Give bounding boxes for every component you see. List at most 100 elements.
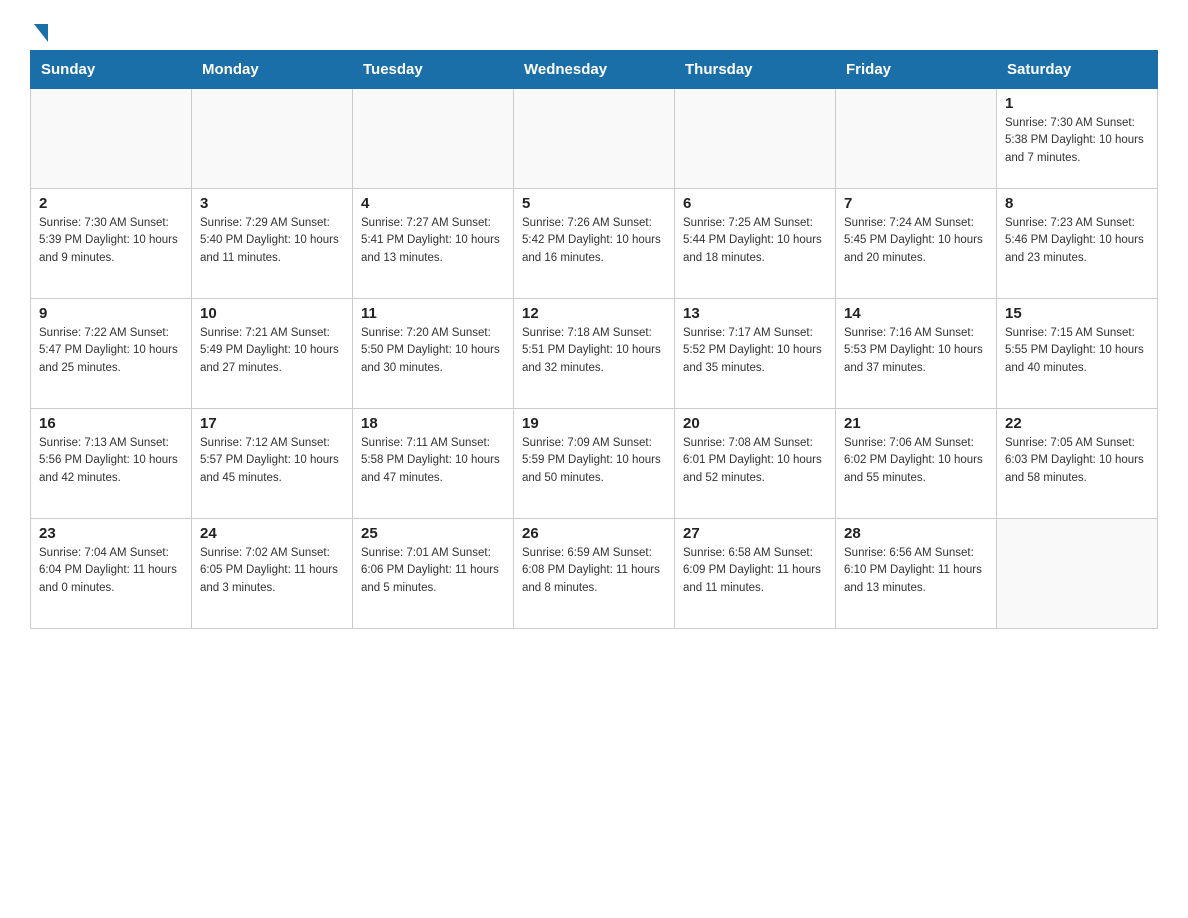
day-number: 12 bbox=[522, 305, 666, 322]
day-info: Sunrise: 7:21 AM Sunset: 5:49 PM Dayligh… bbox=[200, 325, 344, 377]
weekday-header-saturday: Saturday bbox=[997, 51, 1158, 89]
day-number: 23 bbox=[39, 525, 183, 542]
day-number: 19 bbox=[522, 415, 666, 432]
weekday-header-thursday: Thursday bbox=[675, 51, 836, 89]
day-info: Sunrise: 7:24 AM Sunset: 5:45 PM Dayligh… bbox=[844, 215, 988, 267]
day-number: 13 bbox=[683, 305, 827, 322]
calendar-cell: 8 Sunrise: 7:23 AM Sunset: 5:46 PM Daylig… bbox=[997, 189, 1158, 299]
calendar-cell: 20 Sunrise: 7:08 AM Sunset: 6:01 PM Dayli… bbox=[675, 409, 836, 519]
day-number: 22 bbox=[1005, 415, 1149, 432]
calendar-week-3: 9 Sunrise: 7:22 AM Sunset: 5:47 PM Daylig… bbox=[31, 299, 1158, 409]
day-info: Sunrise: 7:30 AM Sunset: 5:38 PM Dayligh… bbox=[1005, 115, 1149, 167]
calendar-cell: 18Sunrise: 7:11 AM Sunset: 5:58 PM Dayli… bbox=[353, 409, 514, 519]
day-number: 15 bbox=[1005, 305, 1149, 322]
calendar-cell: 17 Sunrise: 7:12 AM Sunset: 5:57 PM Dayli… bbox=[192, 409, 353, 519]
day-number: 24 bbox=[200, 525, 344, 542]
calendar-cell bbox=[675, 89, 836, 189]
calendar-cell bbox=[31, 89, 192, 189]
day-info: Sunrise: 7:25 AM Sunset: 5:44 PM Dayligh… bbox=[683, 215, 827, 267]
day-number: 7 bbox=[844, 195, 988, 212]
weekday-header-tuesday: Tuesday bbox=[353, 51, 514, 89]
calendar-cell: 11Sunrise: 7:20 AM Sunset: 5:50 PM Dayli… bbox=[353, 299, 514, 409]
day-number: 27 bbox=[683, 525, 827, 542]
page-header bbox=[30, 20, 1158, 40]
day-number: 4 bbox=[361, 195, 505, 212]
day-info: Sunrise: 6:59 AM Sunset: 6:08 PM Dayligh… bbox=[522, 545, 666, 597]
day-number: 3 bbox=[200, 195, 344, 212]
calendar-cell bbox=[353, 89, 514, 189]
calendar-cell bbox=[514, 89, 675, 189]
day-number: 17 bbox=[200, 415, 344, 432]
day-number: 5 bbox=[522, 195, 666, 212]
calendar-cell: 25 Sunrise: 7:01 AM Sunset: 6:06 PM Dayli… bbox=[353, 519, 514, 629]
calendar-cell: 22 Sunrise: 7:05 AM Sunset: 6:03 PM Dayli… bbox=[997, 409, 1158, 519]
calendar-table: SundayMondayTuesdayWednesdayThursdayFrid… bbox=[30, 50, 1158, 629]
calendar-cell: 13 Sunrise: 7:17 AM Sunset: 5:52 PM Dayli… bbox=[675, 299, 836, 409]
calendar-cell: 9 Sunrise: 7:22 AM Sunset: 5:47 PM Daylig… bbox=[31, 299, 192, 409]
day-info: Sunrise: 7:22 AM Sunset: 5:47 PM Dayligh… bbox=[39, 325, 183, 377]
calendar-cell: 28 Sunrise: 6:56 AM Sunset: 6:10 PM Dayli… bbox=[836, 519, 997, 629]
calendar-cell: 27Sunrise: 6:58 AM Sunset: 6:09 PM Dayli… bbox=[675, 519, 836, 629]
calendar-cell: 7 Sunrise: 7:24 AM Sunset: 5:45 PM Daylig… bbox=[836, 189, 997, 299]
calendar-week-1: 1 Sunrise: 7:30 AM Sunset: 5:38 PM Daylig… bbox=[31, 89, 1158, 189]
calendar-cell: 10 Sunrise: 7:21 AM Sunset: 5:49 PM Dayli… bbox=[192, 299, 353, 409]
day-number: 1 bbox=[1005, 95, 1149, 112]
day-info: Sunrise: 7:23 AM Sunset: 5:46 PM Dayligh… bbox=[1005, 215, 1149, 267]
calendar-cell bbox=[192, 89, 353, 189]
calendar-cell: 15 Sunrise: 7:15 AM Sunset: 5:55 PM Dayli… bbox=[997, 299, 1158, 409]
calendar-cell: 16 Sunrise: 7:13 AM Sunset: 5:56 PM Dayli… bbox=[31, 409, 192, 519]
calendar-cell: 26Sunrise: 6:59 AM Sunset: 6:08 PM Dayli… bbox=[514, 519, 675, 629]
calendar-cell: 6 Sunrise: 7:25 AM Sunset: 5:44 PM Daylig… bbox=[675, 189, 836, 299]
calendar-cell: 1 Sunrise: 7:30 AM Sunset: 5:38 PM Daylig… bbox=[997, 89, 1158, 189]
calendar-cell: 24 Sunrise: 7:02 AM Sunset: 6:05 PM Dayli… bbox=[192, 519, 353, 629]
day-info: Sunrise: 7:17 AM Sunset: 5:52 PM Dayligh… bbox=[683, 325, 827, 377]
calendar-cell: 14 Sunrise: 7:16 AM Sunset: 5:53 PM Dayli… bbox=[836, 299, 997, 409]
day-number: 14 bbox=[844, 305, 988, 322]
day-number: 28 bbox=[844, 525, 988, 542]
day-info: Sunrise: 7:27 AM Sunset: 5:41 PM Dayligh… bbox=[361, 215, 505, 267]
calendar-week-5: 23 Sunrise: 7:04 AM Sunset: 6:04 PM Dayli… bbox=[31, 519, 1158, 629]
day-info: Sunrise: 7:11 AM Sunset: 5:58 PM Dayligh… bbox=[361, 435, 505, 487]
calendar-week-4: 16 Sunrise: 7:13 AM Sunset: 5:56 PM Dayli… bbox=[31, 409, 1158, 519]
calendar-header-row: SundayMondayTuesdayWednesdayThursdayFrid… bbox=[31, 51, 1158, 89]
calendar-cell: 21Sunrise: 7:06 AM Sunset: 6:02 PM Dayli… bbox=[836, 409, 997, 519]
calendar-cell: 5 Sunrise: 7:26 AM Sunset: 5:42 PM Daylig… bbox=[514, 189, 675, 299]
day-info: Sunrise: 7:30 AM Sunset: 5:39 PM Dayligh… bbox=[39, 215, 183, 267]
day-number: 21 bbox=[844, 415, 988, 432]
day-info: Sunrise: 7:02 AM Sunset: 6:05 PM Dayligh… bbox=[200, 545, 344, 597]
day-info: Sunrise: 7:08 AM Sunset: 6:01 PM Dayligh… bbox=[683, 435, 827, 487]
day-info: Sunrise: 7:04 AM Sunset: 6:04 PM Dayligh… bbox=[39, 545, 183, 597]
day-info: Sunrise: 7:18 AM Sunset: 5:51 PM Dayligh… bbox=[522, 325, 666, 377]
calendar-cell: 2 Sunrise: 7:30 AM Sunset: 5:39 PM Daylig… bbox=[31, 189, 192, 299]
calendar-cell: 19 Sunrise: 7:09 AM Sunset: 5:59 PM Dayli… bbox=[514, 409, 675, 519]
logo bbox=[30, 20, 48, 40]
calendar-cell: 23 Sunrise: 7:04 AM Sunset: 6:04 PM Dayli… bbox=[31, 519, 192, 629]
day-info: Sunrise: 7:05 AM Sunset: 6:03 PM Dayligh… bbox=[1005, 435, 1149, 487]
day-info: Sunrise: 7:09 AM Sunset: 5:59 PM Dayligh… bbox=[522, 435, 666, 487]
day-info: Sunrise: 7:01 AM Sunset: 6:06 PM Dayligh… bbox=[361, 545, 505, 597]
day-info: Sunrise: 7:16 AM Sunset: 5:53 PM Dayligh… bbox=[844, 325, 988, 377]
day-number: 16 bbox=[39, 415, 183, 432]
day-info: Sunrise: 7:29 AM Sunset: 5:40 PM Dayligh… bbox=[200, 215, 344, 267]
day-info: Sunrise: 6:56 AM Sunset: 6:10 PM Dayligh… bbox=[844, 545, 988, 597]
day-info: Sunrise: 7:26 AM Sunset: 5:42 PM Dayligh… bbox=[522, 215, 666, 267]
day-number: 9 bbox=[39, 305, 183, 322]
day-number: 20 bbox=[683, 415, 827, 432]
calendar-cell bbox=[836, 89, 997, 189]
day-number: 8 bbox=[1005, 195, 1149, 212]
day-number: 2 bbox=[39, 195, 183, 212]
calendar-cell: 3 Sunrise: 7:29 AM Sunset: 5:40 PM Daylig… bbox=[192, 189, 353, 299]
weekday-header-sunday: Sunday bbox=[31, 51, 192, 89]
day-info: Sunrise: 7:13 AM Sunset: 5:56 PM Dayligh… bbox=[39, 435, 183, 487]
weekday-header-friday: Friday bbox=[836, 51, 997, 89]
calendar-week-2: 2 Sunrise: 7:30 AM Sunset: 5:39 PM Daylig… bbox=[31, 189, 1158, 299]
day-number: 6 bbox=[683, 195, 827, 212]
weekday-header-monday: Monday bbox=[192, 51, 353, 89]
day-info: Sunrise: 7:20 AM Sunset: 5:50 PM Dayligh… bbox=[361, 325, 505, 377]
day-info: Sunrise: 7:15 AM Sunset: 5:55 PM Dayligh… bbox=[1005, 325, 1149, 377]
day-number: 25 bbox=[361, 525, 505, 542]
weekday-header-wednesday: Wednesday bbox=[514, 51, 675, 89]
calendar-cell: 4 Sunrise: 7:27 AM Sunset: 5:41 PM Daylig… bbox=[353, 189, 514, 299]
day-info: Sunrise: 7:12 AM Sunset: 5:57 PM Dayligh… bbox=[200, 435, 344, 487]
day-number: 10 bbox=[200, 305, 344, 322]
